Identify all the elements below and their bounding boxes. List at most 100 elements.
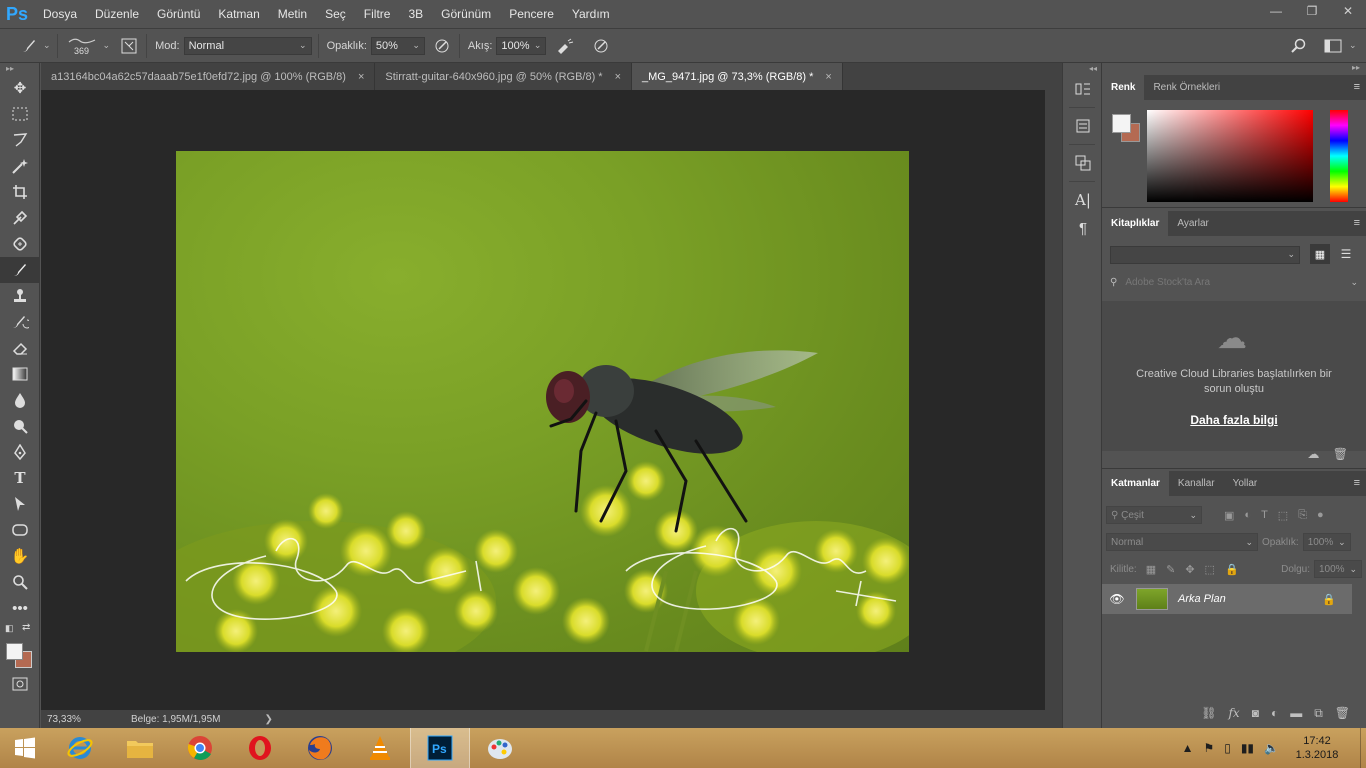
clone-stamp-tool-icon[interactable] <box>0 283 40 309</box>
dodge-tool-icon[interactable] <box>0 413 40 439</box>
tab-renk-ornekleri[interactable]: Renk Örnekleri <box>1144 75 1229 100</box>
shape-tool-icon[interactable] <box>0 517 40 543</box>
paragraph-panel-icon[interactable]: ¶ <box>1063 214 1103 242</box>
brush-size-picker[interactable]: 369 <box>64 36 100 56</box>
filter-smart-object-icon[interactable]: ⎘ <box>1298 509 1307 522</box>
power-icon[interactable]: ▯ <box>1224 741 1231 755</box>
link-layers-icon[interactable]: ⛓ <box>1201 706 1216 720</box>
more-info-link[interactable]: Daha fazla bilgi <box>1102 413 1366 427</box>
path-selection-tool-icon[interactable] <box>0 491 40 517</box>
lock-position-icon[interactable]: ✥ <box>1185 563 1194 576</box>
layer-opacity-input[interactable]: 100% ⌄ <box>1302 533 1351 551</box>
eye-icon[interactable]: 👁 <box>1102 592 1132 606</box>
add-mask-icon[interactable]: ◙ <box>1252 706 1259 720</box>
zoom-level-field[interactable]: 73,33% <box>41 714 85 725</box>
filter-adjustment-icon[interactable]: ◐ <box>1244 509 1251 521</box>
panel-menu-icon[interactable]: ≡ <box>1354 217 1360 229</box>
document-image[interactable] <box>176 151 909 652</box>
lock-icon[interactable]: 🔒 <box>1322 593 1336 606</box>
filter-pixel-icon[interactable]: ▣ <box>1224 509 1234 522</box>
menu-sec[interactable]: Seç <box>316 0 355 28</box>
menu-duzenle[interactable]: Düzenle <box>86 0 148 28</box>
tab-ayarlar[interactable]: Ayarlar <box>1168 211 1218 236</box>
marquee-tool-icon[interactable] <box>0 101 40 127</box>
pressure-opacity-icon[interactable] <box>431 35 453 57</box>
blend-mode-select[interactable]: Normal ⌄ <box>1106 533 1258 551</box>
collapse-arrows-icon[interactable]: ▸▸ <box>1352 63 1360 72</box>
workspace-caret-icon[interactable]: ⌄ <box>1349 40 1357 51</box>
search-icon[interactable] <box>1288 35 1310 57</box>
character-panel-icon[interactable]: A| <box>1063 186 1103 214</box>
stock-search-input[interactable]: ⚲ Adobe Stock'ta Ara ⌄ <box>1110 273 1358 291</box>
zoom-tool-icon[interactable] <box>0 569 40 595</box>
mode-select[interactable]: Normal ⌄ <box>183 36 312 55</box>
hue-slider[interactable] <box>1330 110 1348 202</box>
brush-panel-toggle-icon[interactable] <box>118 35 140 57</box>
default-colors-icon[interactable]: ◧ <box>5 623 14 634</box>
workspace-icon[interactable] <box>1322 35 1344 57</box>
quick-selection-tool-icon[interactable] <box>0 153 40 179</box>
tab-kitapliklar[interactable]: Kitaplıklar <box>1102 211 1169 236</box>
history-panel-icon[interactable] <box>1063 75 1103 103</box>
menu-gorunum[interactable]: Görünüm <box>432 0 500 28</box>
flow-input[interactable]: 100% ⌄ <box>496 36 547 55</box>
lock-artboard-icon[interactable]: ⬚ <box>1205 563 1215 576</box>
properties-panel-icon[interactable] <box>1063 112 1103 140</box>
show-desktop-button[interactable] <box>1360 728 1366 768</box>
hand-tool-icon[interactable]: ✋ <box>0 543 40 569</box>
network-icon[interactable]: ▮▮ <box>1241 741 1254 755</box>
foreground-color-swatch[interactable] <box>6 643 23 660</box>
status-menu-arrow-icon[interactable]: ❯ <box>265 714 273 725</box>
layer-style-icon[interactable]: fx <box>1228 706 1239 720</box>
eraser-tool-icon[interactable] <box>0 335 40 361</box>
brush-tool-icon[interactable] <box>0 257 40 283</box>
menu-yardim[interactable]: Yardım <box>563 0 619 28</box>
filter-shape-icon[interactable]: ⬚ <box>1278 509 1288 522</box>
tab-renk[interactable]: Renk <box>1102 75 1145 100</box>
menu-3b[interactable]: 3B <box>399 0 432 28</box>
pen-tool-icon[interactable] <box>0 439 40 465</box>
adjustment-layer-icon[interactable]: ◐ <box>1271 706 1278 720</box>
swap-colors-icon[interactable]: ⇄ <box>22 622 30 633</box>
new-group-icon[interactable]: ▬ <box>1290 706 1302 720</box>
collapse-arrows-icon[interactable]: ▸▸ <box>0 63 39 75</box>
tab-document-1[interactable]: a13164bc04a62c57daaab75e1f0efd72.jpg @ 1… <box>41 63 376 90</box>
tab-document-2[interactable]: Stirratt-guitar-640x960.jpg @ 50% (RGB/8… <box>375 63 633 90</box>
windows-start-icon[interactable] <box>0 728 50 768</box>
close-icon[interactable]: × <box>615 71 621 83</box>
menu-filtre[interactable]: Filtre <box>355 0 400 28</box>
cloud-sync-icon[interactable]: ☁ <box>1307 447 1319 461</box>
lasso-tool-icon[interactable] <box>0 127 40 153</box>
lock-all-icon[interactable]: 🔒 <box>1225 563 1239 576</box>
filter-type-icon[interactable]: T <box>1261 509 1268 521</box>
close-icon[interactable]: × <box>825 71 831 83</box>
volume-icon[interactable]: 🔈 <box>1264 741 1279 755</box>
adjustments-panel-icon[interactable] <box>1063 149 1103 177</box>
airbrush-icon[interactable] <box>554 35 576 57</box>
list-view-icon[interactable]: ☰ <box>1336 244 1356 264</box>
brush-preset-caret-icon[interactable]: ⌄ <box>43 40 51 51</box>
canvas-area[interactable] <box>41 90 1045 710</box>
healing-brush-tool-icon[interactable] <box>0 231 40 257</box>
menu-pencere[interactable]: Pencere <box>500 0 563 28</box>
photoshop-taskbar-icon[interactable]: Ps <box>410 728 470 768</box>
minimize-button[interactable]: — <box>1258 0 1294 22</box>
library-select[interactable]: ⌄ <box>1110 246 1300 264</box>
new-layer-icon[interactable]: ⧉ <box>1314 706 1323 721</box>
firefox-icon[interactable] <box>290 728 350 768</box>
menu-metin[interactable]: Metin <box>269 0 316 28</box>
foreground-color-swatch[interactable] <box>1112 114 1131 133</box>
color-picker-field[interactable] <box>1147 110 1313 202</box>
tab-katmanlar[interactable]: Katmanlar <box>1102 471 1169 496</box>
chrome-icon[interactable] <box>170 728 230 768</box>
file-explorer-icon[interactable] <box>110 728 170 768</box>
opera-icon[interactable] <box>230 728 290 768</box>
trash-icon[interactable]: 🗑 <box>1335 706 1350 720</box>
close-button[interactable]: ✕ <box>1330 0 1366 22</box>
vlc-icon[interactable] <box>350 728 410 768</box>
tab-yollar[interactable]: Yollar <box>1224 471 1267 496</box>
quick-mask-icon[interactable] <box>0 671 40 697</box>
close-icon[interactable]: × <box>358 71 364 83</box>
internet-explorer-icon[interactable] <box>50 728 110 768</box>
layer-filter-select[interactable]: ⚲ Çeşit ⌄ <box>1106 506 1202 524</box>
